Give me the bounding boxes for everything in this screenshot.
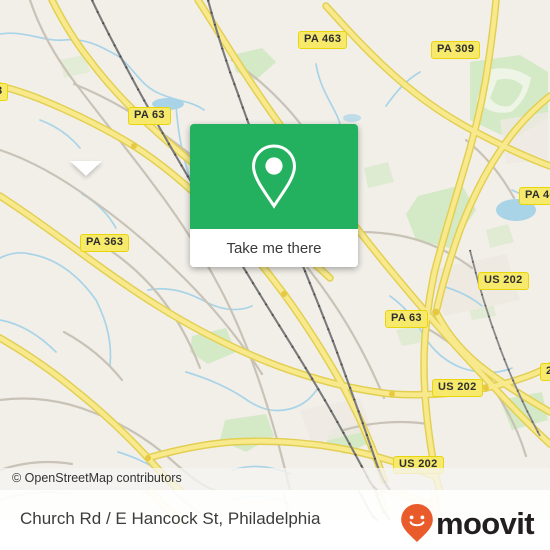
popup-tail xyxy=(70,161,102,176)
road-shield: PA 63 xyxy=(385,310,428,328)
road-shield: 2 xyxy=(540,363,550,381)
moovit-wordmark: moovit xyxy=(435,505,535,541)
osm-attribution[interactable]: © OpenStreetMap contributors xyxy=(0,468,550,490)
footer-bar: Church Rd / E Hancock St, Philadelphia m… xyxy=(0,490,550,550)
road-shield: US 202 xyxy=(432,379,483,397)
road-shield: PA 463 xyxy=(298,31,348,49)
road-shield: PA 63 xyxy=(128,107,171,125)
destination-popup-card[interactable]: Take me there xyxy=(190,124,358,267)
map-pin-icon xyxy=(251,143,297,209)
popup-image-area xyxy=(190,124,358,229)
road-shield: US 202 xyxy=(478,272,529,290)
road-shield: 3 xyxy=(0,83,9,101)
screenshot-root: PA 463 PA 309 PA 63 3 PA 363 PA 463 US 202 PA 6… xyxy=(0,0,550,550)
moovit-brand[interactable]: moovit xyxy=(400,503,535,543)
road-shield: PA 463 xyxy=(519,187,550,205)
moovit-smiley-pin-icon xyxy=(401,504,433,542)
take-me-there-button[interactable]: Take me there xyxy=(190,229,358,267)
page-title: Church Rd / E Hancock St, Philadelphia xyxy=(20,509,321,528)
road-shield: PA 309 xyxy=(431,41,481,59)
road-shield: PA 363 xyxy=(80,234,130,252)
